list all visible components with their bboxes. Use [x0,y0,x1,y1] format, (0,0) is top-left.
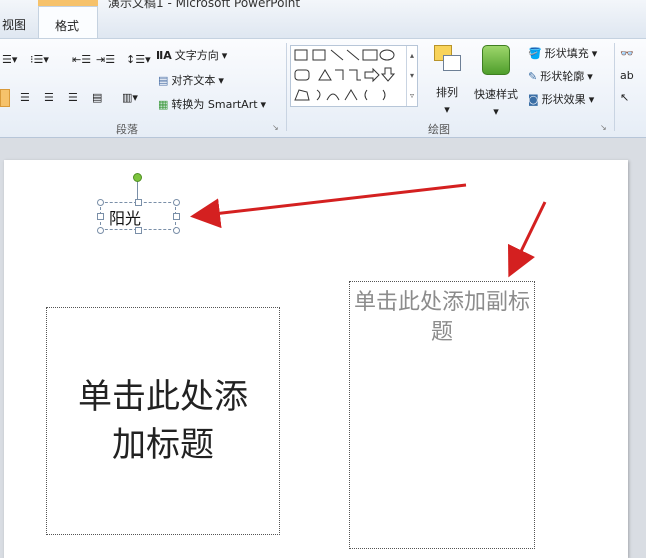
subtitle-placeholder-text: 单击此处添加副标题 [354,290,531,345]
decrease-indent-icon: ⇤☰ [72,53,92,66]
justify-button[interactable]: ☰ [68,91,78,104]
group-separator [614,43,615,131]
gallery-scroll[interactable]: ▴ ▾ ▿ [406,46,417,106]
paragraph-dialog-launcher[interactable]: ↘ [272,123,279,132]
textbox-selected[interactable]: 阳光 [100,202,176,230]
resize-handle-e[interactable] [173,213,180,220]
arrange-icon [434,45,461,71]
tab-view[interactable]: 视图 [2,16,26,33]
resize-handle-ne[interactable] [173,199,180,206]
increase-indent-button[interactable]: ⇥☰ [96,53,115,66]
resize-handle-n[interactable] [135,199,142,206]
find-button[interactable]: 👓 [620,47,634,60]
columns-button[interactable]: ▥▾ [122,91,138,104]
text-direction-icon: ⅡA [156,48,172,62]
quick-styles-label: 快速样式 [474,88,518,101]
align-text-label: 对齐文本 [171,74,216,87]
chevron-down-icon: ▾ [587,69,593,83]
title-placeholder-text: 单击此处添加标题 [78,377,248,465]
resize-handle-sw[interactable] [97,227,104,234]
binoculars-icon: 👓 [620,47,634,60]
convert-smartart-label: 转换为 SmartArt [171,98,258,111]
chevron-down-icon: ▾ [221,48,228,62]
red-arrow-to-subtitle [507,201,547,278]
bullets-icon: ☰▾ [2,53,18,66]
dialog-launcher-icon: ↘ [272,123,279,132]
align-left-button-selected[interactable] [0,89,10,107]
align-center-icon: ☰ [20,91,30,104]
shapes-gallery-icons [294,49,396,101]
text-direction-button[interactable]: ⅡA 文字方向 ▾ [156,47,227,63]
chevron-down-icon: ▾ [588,92,595,106]
chevron-down-icon: ▾ [260,97,267,111]
shape-fill-label: 形状填充 [544,47,589,60]
distributed-button[interactable]: ▤ [92,91,102,104]
align-right-button[interactable]: ☰ [44,91,54,104]
shape-outline-label: 形状轮廓 [540,70,585,83]
textbox-text[interactable]: 阳光 [109,205,141,229]
smartart-icon: ▦ [158,97,169,111]
paragraph-group-label: 段落 [116,123,138,136]
align-text-button[interactable]: ▤ 对齐文本 ▾ [158,72,224,88]
increase-indent-icon: ⇥☰ [96,53,116,66]
quick-styles-button[interactable]: 快速样式 ▾ [474,45,518,118]
shape-fill-button[interactable]: 🪣 形状填充 ▾ [528,45,597,61]
ribbon: ☰▾ ⁝☰▾ ⇤☰ ⇥☰ ↕☰▾ ⅡA 文字方向 ▾ ▤ 对齐文本 ▾ ▦ 转换… [0,38,646,138]
distributed-icon: ▤ [92,91,103,104]
replace-icon: ab [620,69,634,82]
decrease-indent-button[interactable]: ⇤☰ [72,53,91,66]
align-right-icon: ☰ [44,91,54,104]
dialog-launcher-icon: ↘ [600,123,607,132]
subtitle-placeholder[interactable]: 单击此处添加副标题 [349,281,535,549]
rotation-handle[interactable] [133,173,142,182]
arrange-label: 排列 [436,86,458,99]
quick-styles-icon [482,45,510,75]
select-button[interactable]: ↖ [620,91,629,104]
arrange-button[interactable]: 排列 ▾ [434,45,461,116]
columns-icon: ▥▾ [122,91,138,104]
align-text-icon: ▤ [158,73,169,87]
title-tab-strip: 演示文稿1 - Microsoft PowerPoint 视图 格式 [0,0,646,38]
paint-bucket-icon: 🪣 [528,46,542,60]
cursor-icon: ↖ [620,91,630,104]
pen-icon: ✎ [528,69,538,83]
chevron-down-icon: ▾ [444,103,450,116]
text-direction-label: 文字方向 [174,49,219,62]
justify-icon: ☰ [68,91,78,104]
tab-format[interactable]: 格式 [55,17,79,34]
numbering-icon: ⁝☰▾ [30,53,49,66]
line-spacing-icon: ↕☰▾ [126,53,151,66]
chevron-down-icon: ▾ [218,73,224,87]
window-title: 演示文稿1 - Microsoft PowerPoint [108,0,301,10]
drawing-dialog-launcher[interactable]: ↘ [600,123,607,132]
title-placeholder[interactable]: 单击此处添加标题 [46,307,280,535]
chevron-down-icon: ▾ [591,46,598,60]
shape-effects-button[interactable]: ◙ 形状效果 ▾ [528,91,594,107]
effects-icon: ◙ [528,92,539,106]
resize-handle-nw[interactable] [97,199,104,206]
align-center-button[interactable]: ☰ [20,91,30,104]
shape-effects-label: 形状效果 [541,93,586,106]
group-separator [286,43,287,131]
resize-handle-w[interactable] [97,213,104,220]
shape-outline-button[interactable]: ✎ 形状轮廓 ▾ [528,68,593,84]
chevron-down-icon: ▾ [493,105,499,118]
replace-button[interactable]: ab [620,69,634,82]
convert-smartart-button[interactable]: ▦ 转换为 SmartArt ▾ [158,96,266,112]
shapes-gallery[interactable]: ▴ ▾ ▿ [290,45,418,107]
resize-handle-s[interactable] [135,227,142,234]
drawing-group-label: 绘图 [428,123,450,136]
resize-handle-se[interactable] [173,227,180,234]
numbering-button[interactable]: ⁝☰▾ [30,53,49,66]
slide-canvas[interactable]: 阳光 单击此处添加标题 单击此处添加副标题 [4,160,628,558]
red-arrow-to-textbox [190,183,467,229]
line-spacing-button[interactable]: ↕☰▾ [126,53,151,66]
bullets-button[interactable]: ☰▾ [2,53,17,66]
